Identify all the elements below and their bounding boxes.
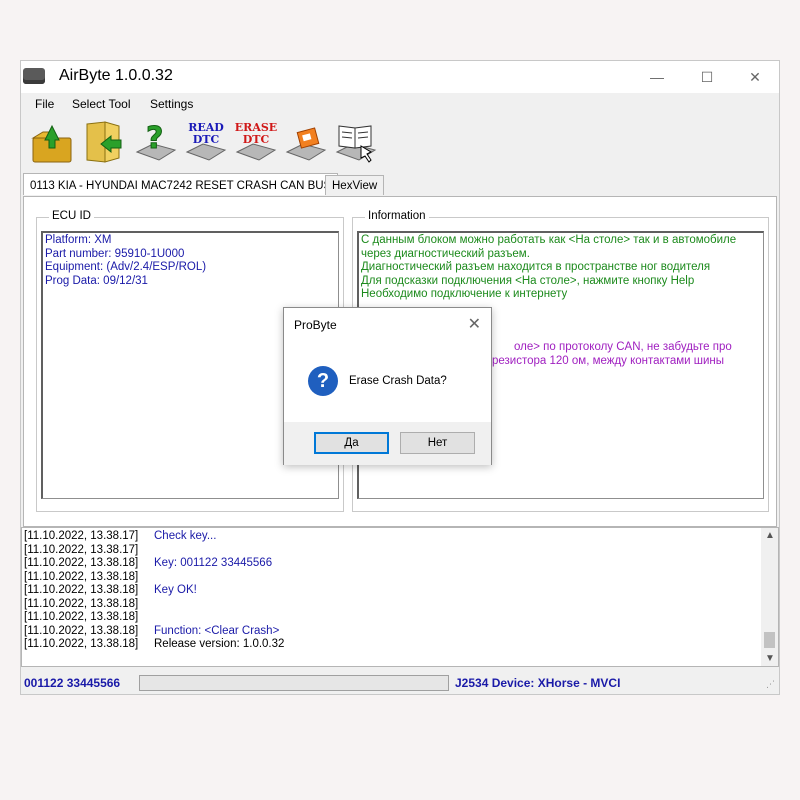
log-message: Release version: 1.0.0.32 — [154, 638, 285, 650]
dialog-title: ProByte — [294, 318, 337, 332]
window-title: AirByte 1.0.0.32 — [59, 67, 173, 84]
log-timestamp: [11.10.2022, 13.38.18] — [24, 611, 139, 623]
log-timestamp: [11.10.2022, 13.38.18] — [24, 584, 139, 596]
manual-icon[interactable] — [333, 118, 379, 166]
log-timestamp: [11.10.2022, 13.38.18] — [24, 638, 139, 650]
menu-settings[interactable]: Settings — [150, 97, 193, 111]
no-button[interactable]: Нет — [400, 432, 475, 454]
info-line: Для подсказки подключения <На столе>, на… — [361, 274, 695, 287]
info-line: через диагностический разъем. — [361, 247, 530, 260]
read-dtc-line2: DTC — [193, 133, 220, 146]
yes-button[interactable]: Да — [314, 432, 389, 454]
help-icon[interactable]: ? — [133, 118, 179, 166]
open-folder-icon[interactable] — [29, 118, 75, 166]
ecu-prog-data: Prog Data: 09/12/31 — [45, 274, 148, 287]
menu-bar: File Select Tool Settings — [21, 93, 779, 115]
minimize-button[interactable]: — — [637, 66, 677, 88]
scroll-thumb[interactable] — [764, 632, 775, 648]
app-icon — [23, 68, 45, 84]
title-bar: AirByte 1.0.0.32 — ☐ ✕ — [21, 61, 779, 93]
ecu-equipment: Equipment: (Adv/2.4/ESP/ROL) — [45, 261, 207, 273]
tab-strip: 0113 KIA - HYUNDAI MAC7242 RESET CRASH C… — [21, 173, 779, 197]
log-scrollbar[interactable]: ▲ ▼ — [761, 528, 778, 666]
save-folder-icon[interactable] — [81, 118, 127, 166]
info-warning-line: оле> по протоколу CAN, не забудьте про — [514, 341, 732, 353]
dialog-message: Erase Crash Data? — [349, 375, 447, 387]
log-timestamp: [11.10.2022, 13.38.18] — [24, 570, 139, 583]
ecu-id-label: ECU ID — [49, 210, 94, 222]
device-icon[interactable] — [283, 118, 329, 166]
log-panel[interactable]: [11.10.2022, 13.38.17] Check key... [11.10… — [21, 527, 779, 667]
status-bar: 001122 33445566 J2534 Device: XHorse - M… — [21, 673, 779, 694]
question-icon: ? — [308, 366, 338, 396]
ecu-platform: Platform: XM — [45, 234, 112, 246]
info-line: Диагностический разъем находится в прост… — [361, 261, 711, 273]
resize-grip-icon[interactable]: ⋰ — [766, 679, 775, 690]
log-timestamp: [11.10.2022, 13.38.18] — [24, 597, 139, 610]
scroll-up-icon[interactable]: ▲ — [765, 530, 775, 541]
info-warning-line: резистора 120 ом, между контактами шины — [492, 355, 725, 367]
info-line: С данным блоком можно работать как <На с… — [361, 234, 737, 246]
log-timestamp: [11.10.2022, 13.38.18] — [24, 557, 139, 569]
menu-file[interactable]: File — [35, 97, 54, 111]
maximize-button[interactable]: ☐ — [687, 66, 727, 88]
close-button[interactable]: ✕ — [735, 66, 775, 88]
scroll-down-icon[interactable]: ▼ — [765, 653, 775, 664]
confirm-dialog: ProByte ✕ ? Erase Crash Data? Да Нет — [283, 307, 492, 465]
read-dtc-icon[interactable]: READ DTC — [183, 118, 229, 166]
information-label: Information — [365, 210, 429, 222]
toolbar: ? READ DTC ERASE DTC — [21, 116, 779, 170]
menu-select-tool[interactable]: Select Tool — [72, 97, 130, 111]
tab-hexview[interactable]: HexView — [325, 175, 385, 195]
tab-reset-crash[interactable]: 0113 KIA - HYUNDAI MAC7242 RESET CRASH C… — [23, 173, 339, 195]
log-timestamp: [11.10.2022, 13.38.18] — [24, 624, 139, 637]
erase-dtc-line2: DTC — [243, 133, 270, 146]
erase-dtc-icon[interactable]: ERASE DTC — [233, 118, 279, 166]
dialog-footer: Да Нет — [284, 422, 491, 465]
log-timestamp: [11.10.2022, 13.38.17] — [24, 543, 139, 556]
status-key: 001122 33445566 — [24, 676, 121, 690]
svg-text:?: ? — [146, 121, 163, 156]
dialog-close-icon[interactable]: ✕ — [468, 314, 481, 334]
log-message: Check key... — [154, 530, 217, 542]
status-device: J2534 Device: XHorse - MVCI — [455, 676, 621, 690]
log-timestamp: [11.10.2022, 13.38.17] — [24, 530, 139, 542]
ecu-part-number: Part number: 95910-1U000 — [45, 247, 185, 260]
status-progress-bar — [139, 675, 449, 691]
log-message: Key: 001122 33445566 — [154, 557, 273, 569]
log-message: Key OK! — [154, 584, 197, 596]
log-message: Function: <Clear Crash> — [154, 624, 280, 637]
info-line: Необходимо подключение к интернету — [361, 288, 568, 300]
